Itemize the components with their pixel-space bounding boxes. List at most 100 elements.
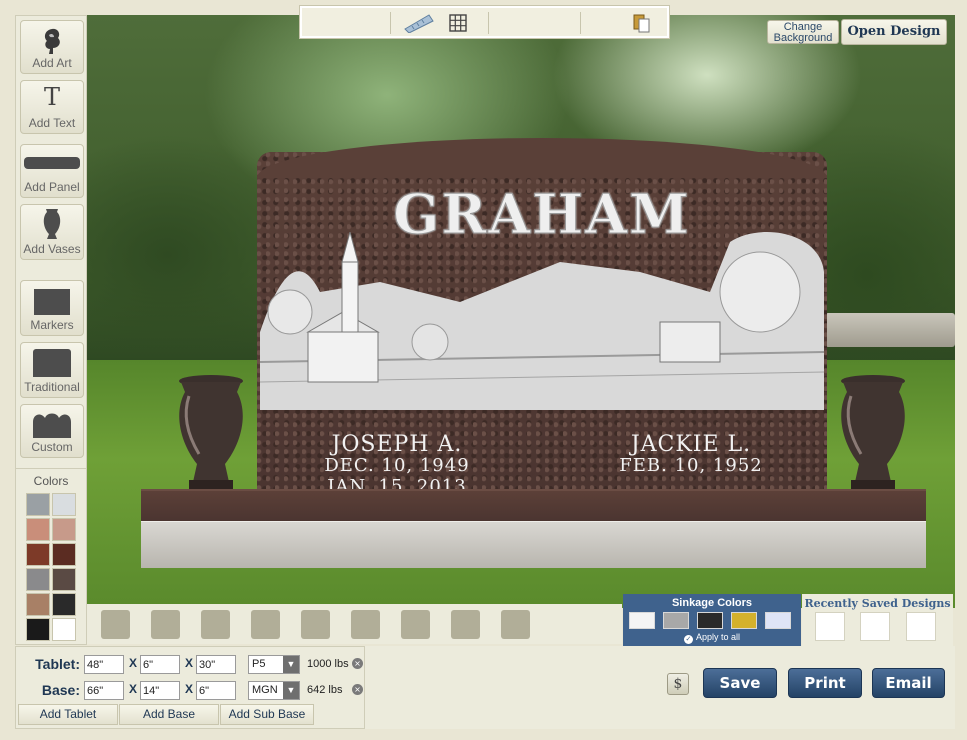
- add-panel-button[interactable]: Add Panel: [20, 144, 84, 198]
- base-depth-input[interactable]: [140, 681, 180, 700]
- sinkage-color-swatch[interactable]: [697, 612, 723, 629]
- dropdown-arrow-icon: ▼: [283, 682, 299, 699]
- apply-to-all-option[interactable]: ✓ Apply to all: [623, 632, 801, 644]
- base-weight: 642 lbs: [307, 684, 343, 696]
- thumbnail-strip: [87, 604, 622, 644]
- dropdown-arrow-icon: ▼: [283, 656, 299, 673]
- design-thumbnail[interactable]: [351, 610, 380, 639]
- traditional-icon: [33, 349, 71, 377]
- monument-sub-base[interactable]: [141, 521, 926, 568]
- custom-button[interactable]: Custom: [20, 404, 84, 458]
- granite-color-swatch[interactable]: [26, 518, 50, 541]
- left-birth-date-text: DEC. 10, 1949: [324, 455, 470, 476]
- monument-tablet[interactable]: GRAHAM JOSEPH A. DEC. 10, 1949 JAN. 15, …: [257, 138, 827, 504]
- base-height-input[interactable]: [196, 681, 236, 700]
- remove-tablet-icon[interactable]: ×: [352, 658, 363, 669]
- base-width-input[interactable]: [84, 681, 124, 700]
- add-tablet-button[interactable]: Add Tablet: [18, 704, 118, 725]
- right-birth-date-text: FEB. 10, 1952: [619, 455, 763, 476]
- design-canvas[interactable]: GRAHAM JOSEPH A. DEC. 10, 1949 JAN. 15, …: [87, 15, 955, 608]
- granite-color-swatch[interactable]: [26, 543, 50, 566]
- monument-base[interactable]: [141, 489, 926, 523]
- granite-color-swatch[interactable]: [52, 518, 76, 541]
- add-art-label: Add Art: [32, 56, 72, 70]
- left-vase[interactable]: [175, 374, 247, 492]
- design-thumbnail[interactable]: [451, 610, 480, 639]
- sinkage-color-swatch[interactable]: [731, 612, 757, 629]
- traditional-label: Traditional: [24, 380, 80, 394]
- granite-color-swatch[interactable]: [26, 618, 50, 641]
- add-art-button[interactable]: Add Art: [20, 20, 84, 74]
- sinkage-color-swatch[interactable]: [663, 612, 689, 629]
- dimension-separator: X: [185, 656, 194, 670]
- add-vases-button[interactable]: Add Vases: [20, 204, 84, 260]
- add-panel-label: Add Panel: [24, 180, 80, 194]
- design-thumbnail[interactable]: [201, 610, 230, 639]
- add-vases-label: Add Vases: [23, 242, 81, 256]
- add-text-button[interactable]: T Add Text: [20, 80, 84, 134]
- markers-label: Markers: [30, 318, 74, 332]
- recently-saved-title: Recently Saved Designs: [804, 597, 951, 610]
- sinkage-color-swatch[interactable]: [629, 612, 655, 629]
- change-background-button[interactable]: Change Background: [767, 20, 839, 44]
- open-design-button[interactable]: Open Design: [841, 19, 947, 45]
- price-button[interactable]: $: [667, 673, 689, 695]
- granite-color-swatch[interactable]: [26, 593, 50, 616]
- recent-design-slot[interactable]: [860, 612, 890, 641]
- stone-wall-background: [825, 313, 955, 347]
- granite-color-swatch[interactable]: [52, 593, 76, 616]
- granite-color-swatch[interactable]: [52, 568, 76, 591]
- tablet-finish-value: P5: [252, 658, 266, 670]
- tablet-finish-select[interactable]: P5 ▼: [248, 655, 300, 674]
- right-inscription[interactable]: JACKIE L. FEB. 10, 1952: [591, 432, 791, 477]
- tablet-height-input[interactable]: [196, 655, 236, 674]
- sinkage-color-swatch[interactable]: [765, 612, 791, 629]
- add-sub-base-button[interactable]: Add Sub Base: [220, 704, 314, 725]
- design-thumbnail[interactable]: [301, 610, 330, 639]
- panel-icon: [24, 157, 80, 169]
- tablet-width-input[interactable]: [84, 655, 124, 674]
- granite-color-swatch[interactable]: [52, 543, 76, 566]
- left-inscription[interactable]: JOSEPH A. DEC. 10, 1949 JAN. 15, 2013: [297, 432, 497, 498]
- right-vase[interactable]: [837, 374, 909, 492]
- design-thumbnail[interactable]: [251, 610, 280, 639]
- recently-saved-designs-panel: Recently Saved Designs: [802, 594, 953, 646]
- tablet-depth-input[interactable]: [140, 655, 180, 674]
- tablet-label: Tablet:: [35, 656, 80, 672]
- sinkage-colors-title: Sinkage Colors: [671, 597, 753, 609]
- design-thumbnail[interactable]: [151, 610, 180, 639]
- base-finish-value: MGN: [252, 684, 278, 696]
- family-name-text[interactable]: GRAHAM: [257, 182, 827, 247]
- print-button[interactable]: Print: [788, 668, 862, 698]
- add-base-button[interactable]: Add Base: [119, 704, 219, 725]
- design-thumbnail[interactable]: [101, 610, 130, 639]
- country-church-etching[interactable]: [260, 232, 824, 410]
- grid-icon[interactable]: [449, 14, 467, 32]
- base-finish-select[interactable]: MGN ▼: [248, 681, 300, 700]
- vase-icon: [43, 209, 61, 239]
- granite-color-swatch[interactable]: [52, 618, 76, 641]
- tablet-serpentine-top: [257, 138, 827, 178]
- left-toolbar: Add Art T Add Text Add Panel Add Vases M…: [15, 15, 87, 645]
- traditional-button[interactable]: Traditional: [20, 342, 84, 398]
- remove-base-icon[interactable]: ×: [352, 684, 363, 695]
- design-thumbnail[interactable]: [401, 610, 430, 639]
- granite-color-swatch[interactable]: [26, 568, 50, 591]
- markers-button[interactable]: Markers: [20, 280, 84, 336]
- paste-icon[interactable]: [632, 13, 652, 33]
- monument-designer-app: Add Art T Add Text Add Panel Add Vases M…: [0, 0, 967, 740]
- ruler-icon[interactable]: [403, 13, 435, 33]
- recent-design-slot[interactable]: [906, 612, 936, 641]
- base-label: Base:: [41, 682, 80, 698]
- left-name-text: JOSEPH A.: [331, 432, 463, 457]
- granite-color-swatch[interactable]: [26, 493, 50, 516]
- email-button[interactable]: Email: [872, 668, 945, 698]
- marker-icon: [34, 289, 70, 315]
- recent-design-slot[interactable]: [815, 612, 845, 641]
- action-bar: $ Save Print Email: [365, 646, 955, 729]
- save-button[interactable]: Save: [703, 668, 777, 698]
- right-name-text: JACKIE L.: [630, 432, 752, 457]
- dimensions-panel: Tablet: X X P5 ▼ 1000 lbs × Base: X X MGN…: [15, 646, 365, 729]
- design-thumbnail[interactable]: [501, 610, 530, 639]
- granite-color-swatch[interactable]: [52, 493, 76, 516]
